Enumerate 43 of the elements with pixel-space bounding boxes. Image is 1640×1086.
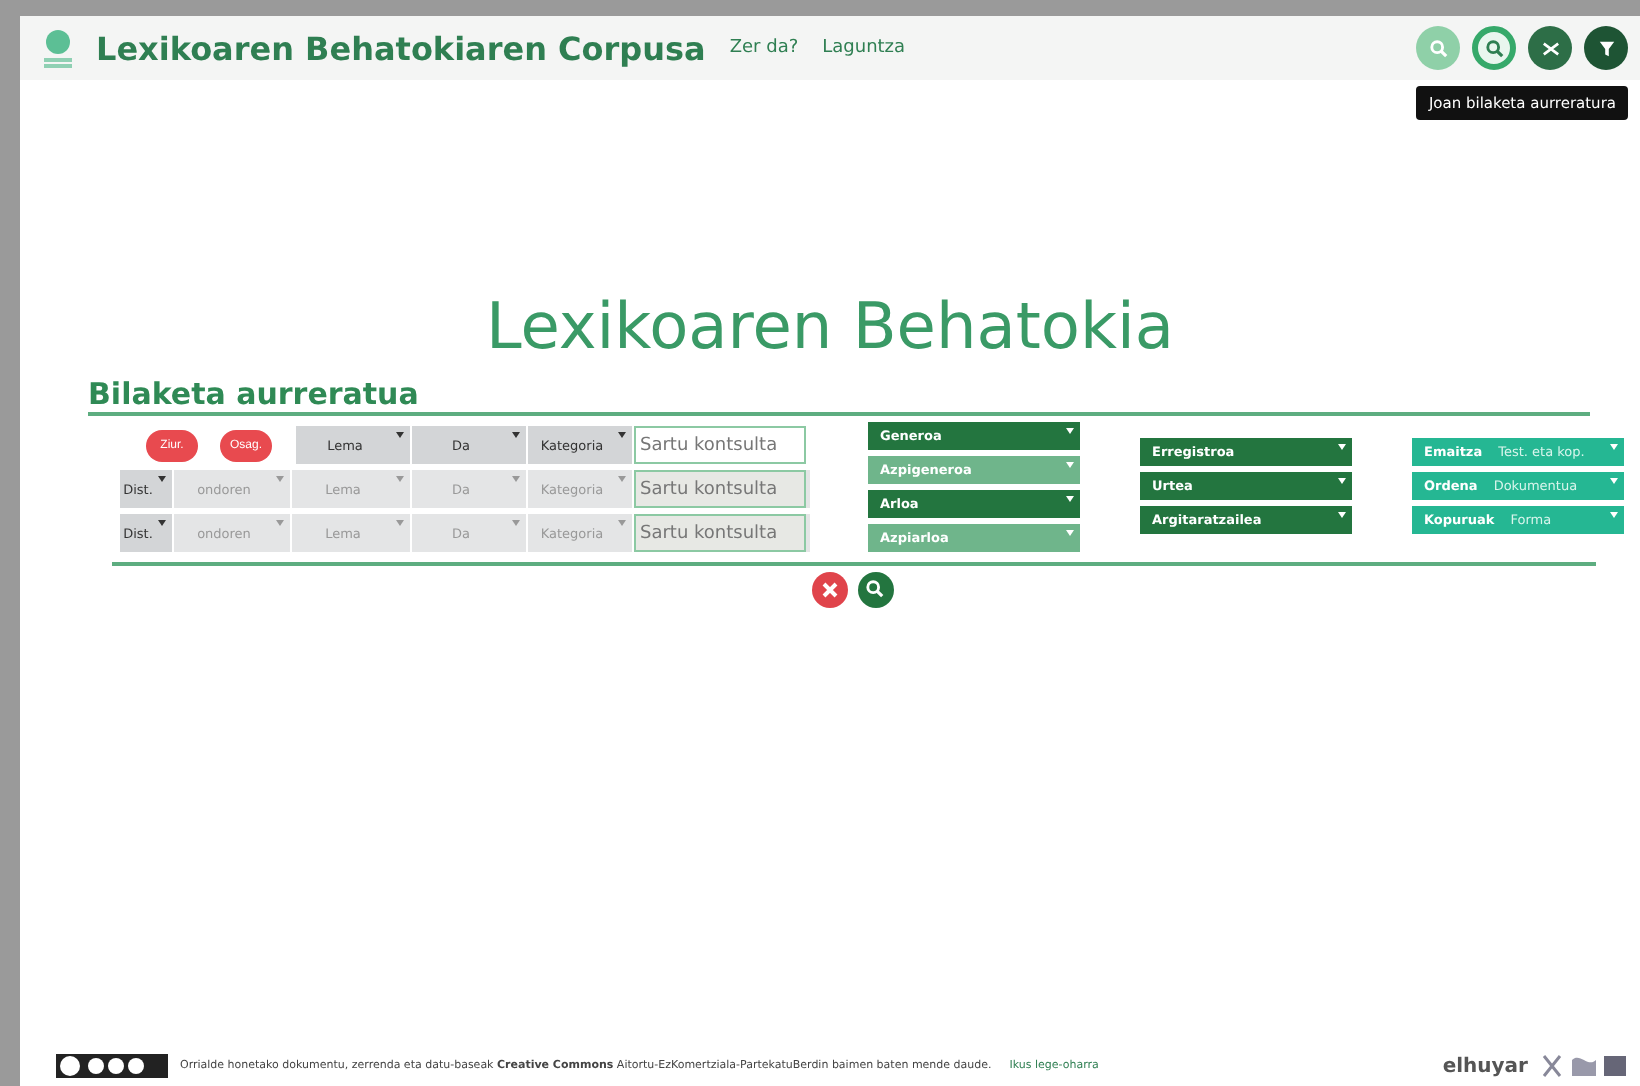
caret-icon: [158, 476, 166, 482]
section-title: Bilaketa aurreratua: [88, 376, 1590, 416]
caret-icon: [618, 520, 626, 526]
close-icon: [821, 581, 837, 597]
caret-icon: [276, 520, 284, 526]
filter-icon: [1597, 39, 1615, 57]
caret-icon: [1610, 444, 1618, 450]
caret-icon: [276, 476, 284, 482]
tool-button[interactable]: [1472, 26, 1516, 70]
nav-link[interactable]: Zer da?: [729, 38, 799, 58]
caret-icon: [512, 432, 520, 438]
page-title: Lexikoaren Behatokia: [483, 288, 1177, 364]
nav-link[interactable]: Laguntza: [822, 38, 906, 58]
caret-icon: [396, 476, 404, 482]
tool-button[interactable]: [1528, 26, 1572, 70]
site-title: Lexikoaren Behatokiaren Corpusa: [96, 29, 706, 67]
search-button[interactable]: [857, 571, 893, 607]
caret-icon: [1066, 530, 1074, 536]
query-input[interactable]: Sartu kontsulta: [634, 426, 806, 464]
caret-icon: [396, 432, 404, 438]
caret-icon: [512, 520, 520, 526]
caret-icon: [1066, 462, 1074, 468]
license-badge-icon: [56, 1054, 168, 1078]
clear-button[interactable]: [811, 571, 847, 607]
caret-icon: [158, 520, 166, 526]
caret-icon: [512, 476, 520, 482]
partner-logos-icon: [1540, 1052, 1628, 1080]
caret-icon: [396, 520, 404, 526]
caret-icon: [1610, 512, 1618, 518]
caret-icon: [1338, 478, 1346, 484]
caret-icon: [1338, 444, 1346, 450]
search-icon: [1429, 39, 1447, 57]
caret-icon: [1610, 478, 1618, 484]
caret-icon: [1066, 428, 1074, 434]
search-icon: [866, 580, 884, 598]
caret-icon: [1066, 496, 1074, 502]
search-icon: [1485, 39, 1503, 57]
caret-icon: [618, 432, 626, 438]
caret-icon: [618, 476, 626, 482]
caret-icon: [1338, 512, 1346, 518]
shuffle-icon: [1541, 39, 1559, 57]
tool-button[interactable]: [1584, 26, 1628, 70]
brand-logo: elhuyar: [1442, 1055, 1528, 1077]
